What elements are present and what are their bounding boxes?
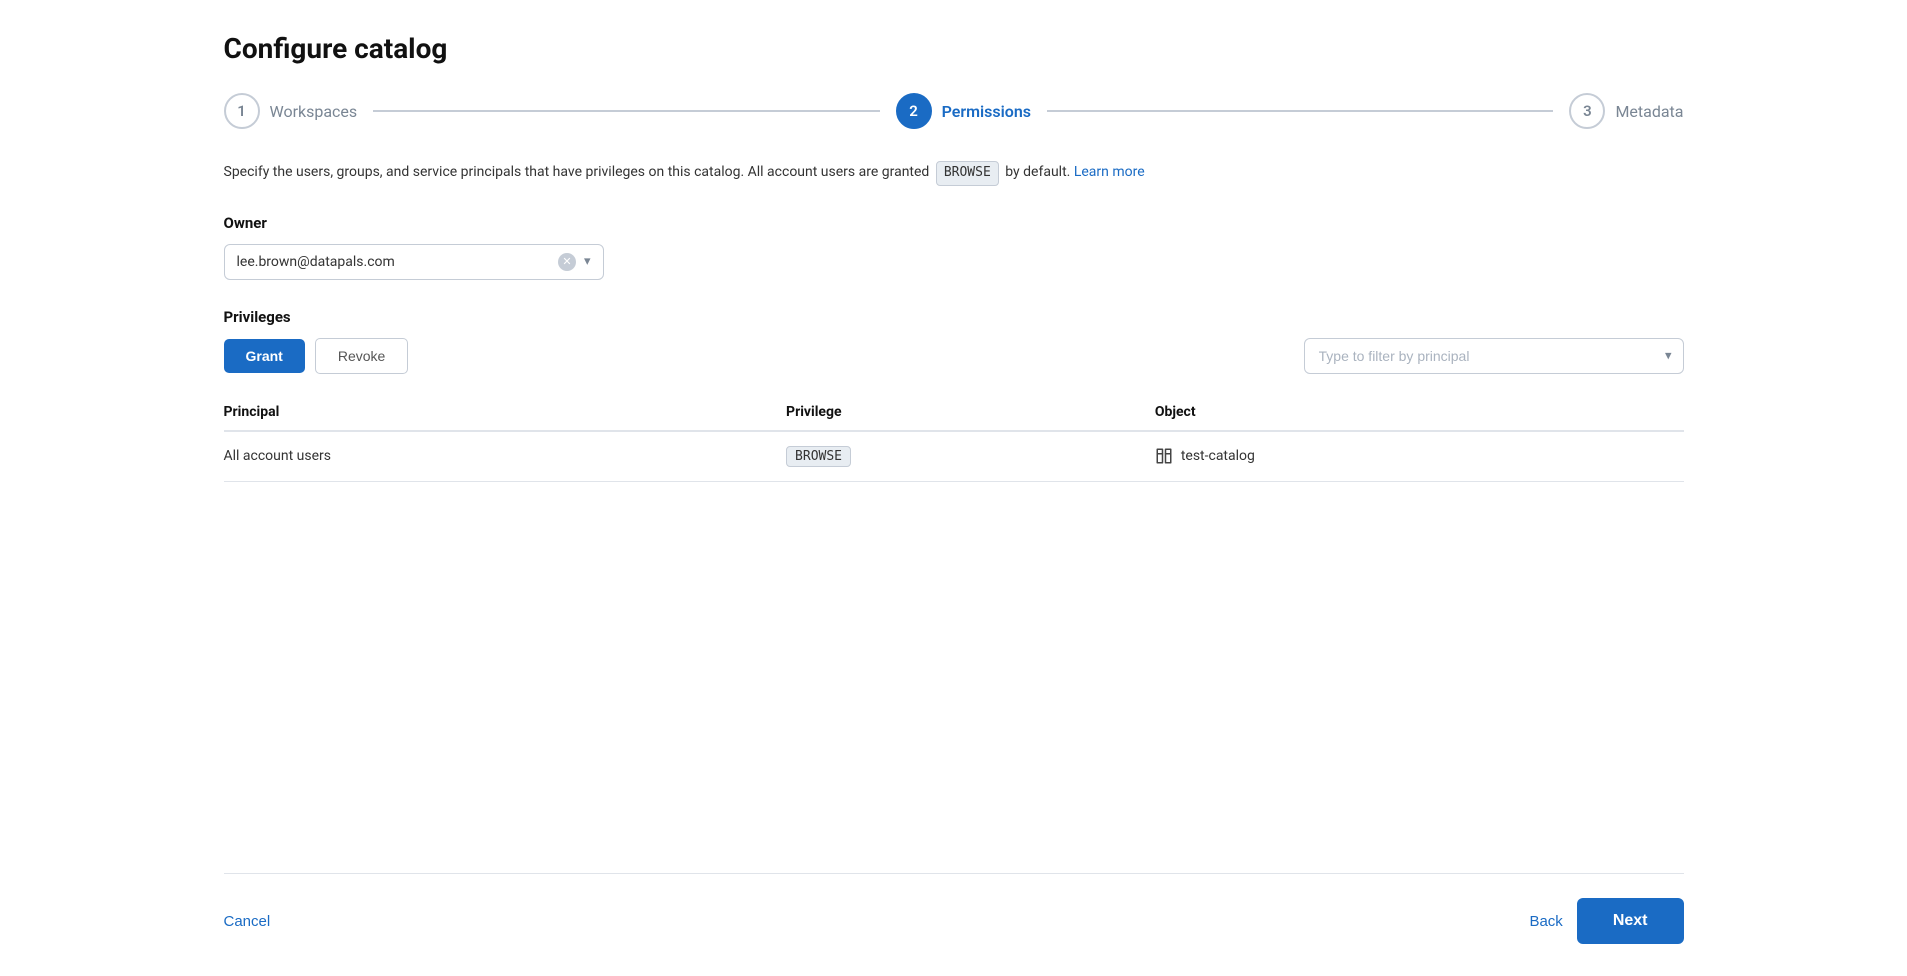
description-text: Specify the users, groups, and service p…: [224, 161, 1684, 186]
catalog-icon: [1155, 447, 1173, 465]
stepper: 1 Workspaces 2 Permissions 3 Metadata: [224, 93, 1684, 129]
privilege-badge: BROWSE: [786, 446, 851, 467]
page-title: Configure catalog: [224, 32, 1684, 65]
step-line-1: [373, 110, 879, 112]
step-1-label: Workspaces: [270, 102, 358, 121]
page-wrapper: Configure catalog 1 Workspaces 2 Permiss…: [184, 0, 1724, 976]
col-header-privilege: Privilege: [786, 394, 1155, 431]
col-header-principal: Principal: [224, 394, 787, 431]
footer: Cancel Back Next: [224, 873, 1684, 976]
footer-right: Back Next: [1529, 898, 1683, 944]
description-after: by default.: [1005, 164, 1070, 180]
cancel-button[interactable]: Cancel: [224, 913, 271, 930]
owner-select[interactable]: lee.brown@datapals.com ✕ ▾: [224, 244, 604, 280]
table-row: All account usersBROWSE test-catalog: [224, 431, 1684, 482]
object-name: test-catalog: [1181, 448, 1255, 464]
cell-principal: All account users: [224, 431, 787, 482]
revoke-button[interactable]: Revoke: [315, 338, 408, 374]
step-3: 3 Metadata: [1569, 93, 1683, 129]
browse-badge: BROWSE: [936, 161, 999, 186]
privileges-label: Privileges: [224, 308, 1684, 326]
cell-object: test-catalog: [1155, 431, 1684, 482]
privileges-header: Grant Revoke ▾: [224, 338, 1684, 374]
cell-privilege: BROWSE: [786, 431, 1155, 482]
owner-chevron-icon: ▾: [584, 254, 591, 269]
owner-label: Owner: [224, 214, 1684, 232]
next-button[interactable]: Next: [1577, 898, 1684, 944]
step-2: 2 Permissions: [896, 93, 1031, 129]
object-cell: test-catalog: [1155, 447, 1668, 465]
description-before: Specify the users, groups, and service p…: [224, 164, 930, 180]
table-header-row: Principal Privilege Object: [224, 394, 1684, 431]
step-1-circle: 1: [224, 93, 260, 129]
step-2-label: Permissions: [942, 102, 1031, 121]
action-buttons: Grant Revoke: [224, 338, 409, 374]
step-3-circle: 3: [1569, 93, 1605, 129]
learn-more-link[interactable]: Learn more: [1074, 164, 1145, 180]
step-line-2: [1047, 110, 1553, 112]
grant-button[interactable]: Grant: [224, 339, 305, 373]
owner-select-value: lee.brown@datapals.com: [237, 254, 550, 270]
filter-wrapper: ▾: [1304, 338, 1684, 374]
step-1: 1 Workspaces: [224, 93, 358, 129]
step-3-label: Metadata: [1615, 102, 1683, 121]
back-button[interactable]: Back: [1529, 913, 1562, 930]
col-header-object: Object: [1155, 394, 1684, 431]
filter-input[interactable]: [1304, 338, 1684, 374]
owner-clear-button[interactable]: ✕: [558, 253, 576, 271]
privileges-table: Principal Privilege Object All account u…: [224, 394, 1684, 482]
step-2-circle: 2: [896, 93, 932, 129]
